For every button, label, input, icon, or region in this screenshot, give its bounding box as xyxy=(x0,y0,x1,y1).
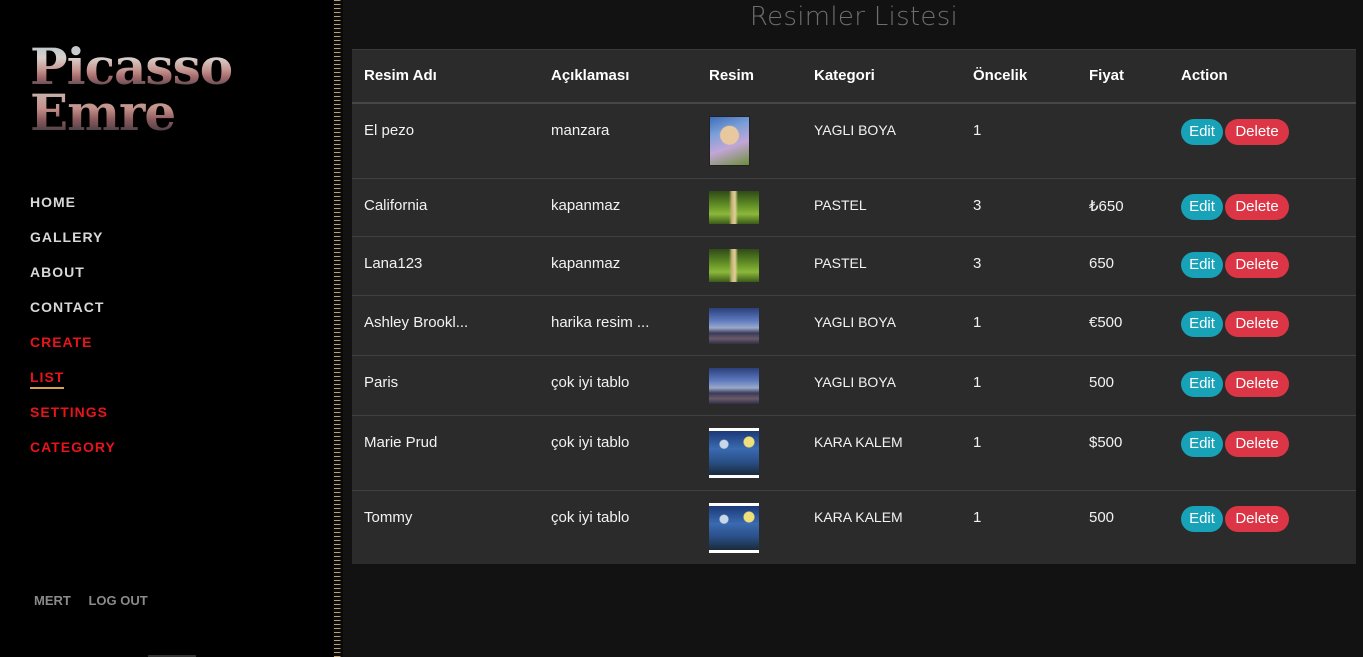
col-header-action: Action xyxy=(1181,67,1228,85)
cell-description: kapanmaz xyxy=(551,197,621,214)
table-row: Lana123 kapanmaz PASTEL 3 650 Edit Delete xyxy=(352,236,1356,296)
cell-name: Tommy xyxy=(364,509,413,526)
edit-button[interactable]: Edit xyxy=(1181,431,1223,457)
col-header-description[interactable]: Açıklaması xyxy=(539,50,697,103)
cell-price: €500 xyxy=(1089,314,1123,331)
table-row: El pezo manzara YAGLI BOYA 1 Edit Delete xyxy=(352,102,1356,179)
nav-gallery[interactable]: GALLERY xyxy=(30,229,103,247)
col-header-image[interactable]: Resim xyxy=(697,50,802,103)
cell-priority: 3 xyxy=(973,197,982,214)
brand-logo[interactable]: Picasso Emre xyxy=(30,42,260,138)
main-nav: HOME GALLERY ABOUT CONTACT CREATE LIST S… xyxy=(30,192,116,472)
nav-settings[interactable]: SETTINGS xyxy=(30,404,108,422)
cell-price: 650 xyxy=(1089,255,1115,272)
nav-about[interactable]: ABOUT xyxy=(30,264,85,282)
edit-button[interactable]: Edit xyxy=(1181,506,1223,532)
cell-category: YAGLI BOYA xyxy=(814,121,896,138)
cell-name: Marie Prud xyxy=(364,434,438,451)
brand-line-2: Emre xyxy=(30,88,260,138)
cell-category: PASTEL xyxy=(814,255,867,271)
delete-button[interactable]: Delete xyxy=(1225,506,1289,532)
delete-button[interactable]: Delete xyxy=(1225,431,1289,457)
painting-thumbnail[interactable] xyxy=(709,115,750,166)
nav-create[interactable]: CREATE xyxy=(30,334,93,352)
cell-category: YAGLI BOYA xyxy=(814,314,896,330)
delete-button[interactable]: Delete xyxy=(1225,194,1289,220)
cell-description: çok iyi tablo xyxy=(551,434,630,451)
table-row: Tommy çok iyi tablo KARA KALEM 1 500 Edi… xyxy=(352,491,1356,565)
cell-priority: 1 xyxy=(973,434,982,451)
painting-thumbnail[interactable] xyxy=(709,249,759,282)
col-header-category[interactable]: Kategori xyxy=(802,50,961,103)
sidebar-ruler-divider xyxy=(333,0,343,657)
cell-priority: 1 xyxy=(973,509,982,526)
cell-description: harika resim ... xyxy=(551,314,650,331)
cell-price: ₺650 xyxy=(1089,198,1124,215)
nav-home[interactable]: HOME xyxy=(30,194,76,212)
cell-name: Lana123 xyxy=(364,255,423,272)
edit-button[interactable]: Edit xyxy=(1181,194,1223,220)
paintings-table: Resim Adı Açıklaması Resim Kategori Önce… xyxy=(352,49,1356,565)
cell-description: manzara xyxy=(551,121,610,139)
painting-thumbnail[interactable] xyxy=(709,308,759,344)
cell-price: 500 xyxy=(1089,509,1115,526)
delete-button[interactable]: Delete xyxy=(1225,311,1289,337)
cell-priority: 1 xyxy=(973,121,982,139)
col-header-price[interactable]: Fiyat xyxy=(1077,50,1169,103)
cell-description: kapanmaz xyxy=(551,255,621,272)
delete-button[interactable]: Delete xyxy=(1225,371,1289,397)
edit-button[interactable]: Edit xyxy=(1181,311,1223,337)
table-row: Paris çok iyi tablo YAGLI BOYA 1 500 Edi… xyxy=(352,355,1356,416)
username[interactable]: MERT xyxy=(34,593,71,608)
delete-button[interactable]: Delete xyxy=(1225,252,1289,278)
cell-priority: 1 xyxy=(973,314,982,331)
nav-list[interactable]: LIST xyxy=(30,369,65,389)
cell-category: KARA KALEM xyxy=(814,509,903,525)
cell-description: çok iyi tablo xyxy=(551,374,630,391)
cell-name: Paris xyxy=(364,374,399,391)
col-header-priority[interactable]: Öncelik xyxy=(961,50,1077,103)
painting-thumbnail[interactable] xyxy=(709,503,759,553)
cell-price: $500 xyxy=(1089,434,1123,451)
cell-name: El pezo xyxy=(364,121,415,139)
cell-priority: 1 xyxy=(973,374,982,391)
cell-category: YAGLI BOYA xyxy=(814,374,896,390)
edit-button[interactable]: Edit xyxy=(1181,252,1223,278)
edit-button[interactable]: Edit xyxy=(1181,371,1223,397)
paintings-table-container: Resim Adı Açıklaması Resim Kategori Önce… xyxy=(352,49,1356,564)
cell-name: Ashley Brookl... xyxy=(364,314,469,331)
cell-priority: 3 xyxy=(973,255,982,272)
delete-button[interactable]: Delete xyxy=(1225,118,1289,145)
sidebar: Picasso Emre HOME GALLERY ABOUT CONTACT … xyxy=(0,0,333,657)
cell-price: 500 xyxy=(1089,374,1115,391)
cell-price xyxy=(1089,104,1169,122)
painting-thumbnail[interactable] xyxy=(709,191,759,224)
nav-contact[interactable]: CONTACT xyxy=(30,299,104,317)
painting-thumbnail[interactable] xyxy=(709,428,759,478)
painting-thumbnail[interactable] xyxy=(709,368,759,404)
logout-link[interactable]: LOG OUT xyxy=(88,593,147,608)
nav-category[interactable]: CATEGORY xyxy=(30,439,116,457)
col-header-name[interactable]: Resim Adı xyxy=(352,50,539,103)
page-title: Resimler Listesi xyxy=(749,2,959,32)
cell-name: California xyxy=(364,197,428,214)
cell-category: PASTEL xyxy=(814,197,867,213)
table-row: Marie Prud çok iyi tablo KARA KALEM 1 $5… xyxy=(352,415,1356,491)
table-row: Ashley Brookl... harika resim ... YAGLI … xyxy=(352,295,1356,356)
cell-description: çok iyi tablo xyxy=(551,509,630,526)
edit-button[interactable]: Edit xyxy=(1181,118,1223,145)
user-bar: MERT LOG OUT xyxy=(34,593,162,608)
table-row: California kapanmaz PASTEL 3 ₺650 Edit De… xyxy=(352,178,1356,237)
table-header-row: Resim Adı Açıklaması Resim Kategori Önce… xyxy=(352,49,1356,103)
cell-category: KARA KALEM xyxy=(814,434,903,450)
